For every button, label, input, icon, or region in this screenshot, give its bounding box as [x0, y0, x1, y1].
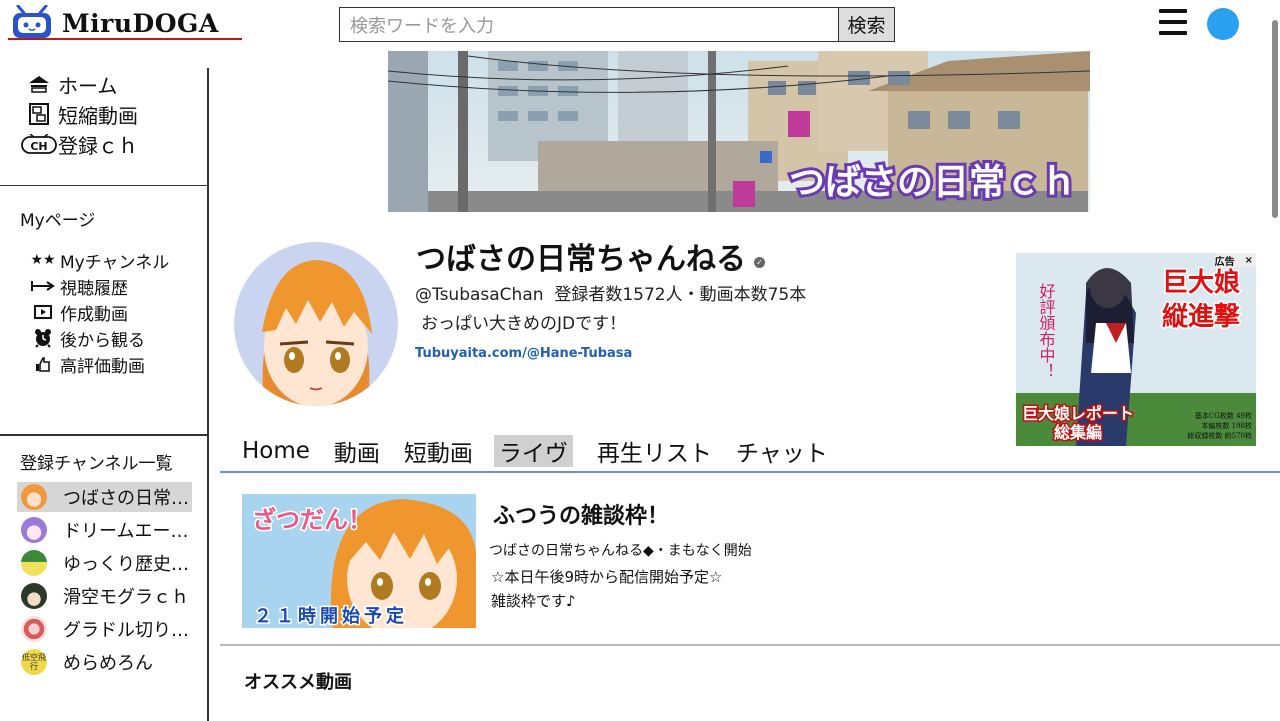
app-name: MiruDOGA	[62, 8, 219, 38]
channel-avatar: 低空飛行	[21, 649, 47, 675]
search-button[interactable]: 検索	[838, 7, 895, 42]
sidebar-channel-tsubasa[interactable]: つばさの日常…	[17, 482, 192, 512]
channel-avatar	[21, 616, 47, 642]
ad-title-1: 巨大娘	[1162, 267, 1240, 298]
video-play-icon	[26, 305, 60, 319]
watch-later-icon	[26, 328, 60, 348]
channel-stats: 登録者数1572人・動画本数75本	[554, 285, 807, 305]
live-channel-status: つばさの日常ちゃんねる◆・まもなく開始	[489, 543, 752, 559]
live-desc-1: ☆本日午後9時から配信開始予定☆	[491, 568, 723, 586]
sidebar-item-label: 短縮動画	[58, 103, 138, 128]
sidebar-item-label: 高評価動画	[60, 356, 145, 377]
verified-icon: ✓	[754, 256, 765, 268]
advertisement[interactable]: 巨大娘 縦進撃 好評頒布中！ 巨大娘レポート 総集編 基本CG枚数 49枚 本編…	[1016, 253, 1256, 446]
channel-name: めらめろん	[63, 653, 153, 674]
sidebar-item-home[interactable]: ホーム	[20, 70, 117, 98]
ad-spec-2: 本編枚数 198枚	[1201, 421, 1252, 430]
channel-avatar-large[interactable]	[234, 242, 398, 406]
ad-bottom-1: 巨大娘レポート	[1022, 404, 1134, 423]
sidebar-divider	[0, 434, 207, 436]
tab-home[interactable]: Home	[242, 435, 310, 467]
sidebar-channel-history[interactable]: ゆっくり歴史…	[17, 548, 192, 578]
sidebar-item-label: 登録ｃｈ	[58, 133, 138, 158]
sidebar-channel-meramelon[interactable]: 低空飛行 めらめろん	[17, 647, 192, 677]
live-desc-2: 雑談枠です♪	[491, 592, 576, 610]
sidebar-channel-mogura[interactable]: 滑空モグラｃｈ	[17, 581, 192, 611]
tab-videos[interactable]: 動画	[334, 435, 380, 467]
scrollbar-thumb[interactable]	[1272, 20, 1278, 218]
channel-avatar	[21, 484, 47, 510]
sidebar-item-label: 作成動画	[60, 304, 128, 325]
channel-tabs: Home 動画 短動画 ライヴ 再生リスト チャット	[242, 435, 852, 467]
sidebar-item-watch-later[interactable]: 後から観る	[26, 326, 145, 351]
main-nav: ホーム 短縮動画 CH 登録ｃｈ	[0, 68, 207, 186]
channel-title: つばさの日常ちゃんねる	[416, 242, 746, 277]
ad-title-2: 縦進撃	[1162, 302, 1240, 332]
channel-banner: つばさの日常ｃｈ	[388, 51, 1090, 212]
sidebar-item-my-channel[interactable]: ★★ Myチャンネル	[26, 248, 170, 273]
shorts-icon	[20, 103, 58, 125]
channel-handle: @TsubasaChan	[415, 285, 544, 305]
sidebar-channel-dream[interactable]: ドリームエー…	[17, 515, 192, 545]
sidebar-item-label: ホーム	[58, 73, 118, 98]
ad-bottom-2: 総集編	[1054, 423, 1102, 442]
tab-live[interactable]: ライヴ	[493, 435, 573, 467]
home-icon	[20, 75, 58, 93]
channel-name: ゆっくり歴史…	[63, 554, 189, 575]
sidebar-item-label: 後から観る	[60, 330, 145, 351]
logo[interactable]: MiruDOGA	[10, 4, 242, 42]
channel-avatar-text: 低空飛行	[22, 653, 46, 671]
channel-name: ドリームエー…	[63, 521, 189, 542]
thumbs-up-icon	[26, 356, 60, 372]
sidebar-item-history[interactable]: 視聴履歴	[26, 274, 128, 299]
menu-icon[interactable]	[1159, 9, 1187, 35]
thumb-bottom-text: ２１時開始予定	[254, 605, 408, 627]
sidebar-item-liked-videos[interactable]: 高評価動画	[26, 352, 145, 377]
channel-tv-icon: CH	[20, 134, 58, 154]
tv-logo-icon	[10, 4, 54, 41]
user-avatar[interactable]	[1207, 8, 1239, 40]
tab-shorts[interactable]: 短動画	[404, 435, 473, 467]
sidebar: ホーム 短縮動画 CH 登録ｃｈ Myページ ★★ Myチャンネル 視聴履歴 作…	[0, 68, 209, 721]
sidebar-item-created-videos[interactable]: 作成動画	[26, 300, 128, 325]
channel-name: つばさの日常…	[63, 488, 189, 509]
stars-icon: ★★	[30, 252, 56, 268]
tab-playlists[interactable]: 再生リスト	[597, 435, 712, 467]
live-title[interactable]: ふつうの雑談枠！	[493, 498, 669, 530]
logo-underline	[8, 38, 242, 40]
channel-name-heading: つばさの日常ちゃんねる ✓	[416, 234, 765, 278]
channel-meta: @TsubasaChan 登録者数1572人・動画本数75本	[415, 280, 806, 305]
channel-description: おっぱい大きめのJDです！	[421, 314, 627, 334]
sidebar-item-label: 視聴履歴	[60, 278, 128, 299]
section-divider	[220, 644, 1280, 646]
channel-name: 滑空モグラｃｈ	[63, 587, 189, 608]
tab-chat[interactable]: チャット	[736, 435, 828, 467]
sidebar-item-label: Myチャンネル	[60, 252, 170, 273]
search-placeholder: 検索ワードを入力	[350, 15, 494, 37]
mypage-heading: Myページ	[20, 211, 96, 231]
tabs-divider	[220, 471, 1280, 473]
channel-avatar	[21, 550, 47, 576]
search-input[interactable]: 検索ワードを入力	[339, 7, 839, 42]
thumb-top-text: ざつだん！	[252, 506, 372, 534]
ad-spec-1: 基本CG枚数 49枚	[1195, 411, 1252, 420]
close-icon[interactable]: ×	[1245, 255, 1253, 266]
channel-avatar	[21, 583, 47, 609]
sidebar-channel-gravure[interactable]: グラドル切り…	[17, 614, 192, 644]
channel-link[interactable]: Tubuyaita.com/@Hane-Tubasa	[415, 346, 632, 361]
ad-spec-3: 総収録枚数 約570枚	[1187, 431, 1252, 440]
svg-text:CH: CH	[30, 140, 47, 153]
subscriptions-heading: 登録チャンネル一覧	[20, 454, 173, 474]
live-thumbnail[interactable]: ざつだん！ ２１時開始予定	[242, 494, 476, 628]
ad-badge: 広告 ×	[1214, 253, 1256, 268]
sidebar-item-subscriptions[interactable]: CH 登録ｃｈ	[20, 130, 138, 158]
channel-name: グラドル切り…	[63, 620, 189, 641]
sidebar-item-shorts[interactable]: 短縮動画	[20, 100, 138, 128]
banner-text: つばさの日常ｃｈ	[789, 162, 1077, 203]
channel-avatar	[21, 517, 47, 543]
history-icon	[26, 280, 60, 292]
ad-side-text: 好評頒布中！	[1037, 283, 1056, 379]
recommended-heading: オススメ動画	[244, 672, 352, 693]
ad-label: 広告	[1214, 256, 1235, 268]
